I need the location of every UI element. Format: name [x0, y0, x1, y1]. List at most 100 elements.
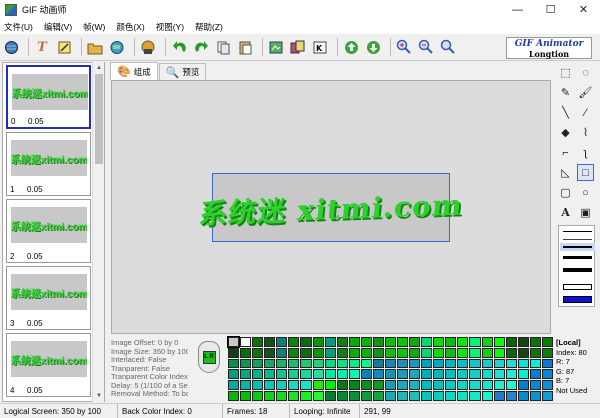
palette-swatch[interactable] — [300, 347, 312, 358]
ellipse-icon[interactable]: ○ — [577, 184, 594, 201]
palette-swatch[interactable] — [228, 347, 240, 358]
palette-swatch[interactable] — [276, 380, 288, 391]
maximize-button[interactable]: ☐ — [534, 0, 567, 19]
palette-swatch[interactable] — [288, 337, 300, 347]
palette-swatch[interactable] — [529, 337, 541, 347]
edit-canvas[interactable]: 系统迷 xitmi.com — [111, 80, 551, 334]
palette-swatch[interactable] — [264, 337, 276, 347]
palette-swatch[interactable] — [505, 347, 517, 358]
menu-edit[interactable]: 编辑(V) — [44, 21, 72, 33]
palette-swatch[interactable] — [348, 380, 360, 391]
palette-swatch[interactable] — [360, 369, 372, 380]
palette-swatch[interactable] — [384, 337, 397, 347]
palette-swatch[interactable] — [240, 337, 252, 347]
palette-swatch[interactable] — [324, 337, 336, 347]
palette-swatch[interactable] — [348, 358, 360, 369]
down-icon[interactable] — [364, 38, 382, 56]
palette-swatch[interactable] — [529, 347, 541, 358]
palette-swatch[interactable] — [348, 347, 360, 358]
palette-swatch[interactable] — [541, 369, 553, 380]
menu-view[interactable]: 视图(Y) — [156, 21, 184, 33]
palette-swatch[interactable] — [469, 380, 481, 391]
palette-swatch[interactable] — [312, 391, 324, 401]
line-width-1b[interactable] — [563, 239, 592, 240]
palette-swatch[interactable] — [541, 358, 553, 369]
frame-image[interactable]: 系统迷 xitmi.com — [197, 173, 464, 242]
scrollbar-thumb[interactable] — [95, 74, 103, 164]
frame-item[interactable]: 系统迷xitmi.com 4 0.05 — [6, 333, 91, 397]
palette-swatch[interactable] — [384, 347, 397, 358]
minimize-button[interactable]: — — [501, 0, 534, 19]
menu-file[interactable]: 文件(U) — [4, 21, 33, 33]
palette-swatch[interactable] — [481, 391, 493, 401]
palette-swatch[interactable] — [445, 391, 457, 401]
palette-swatch[interactable] — [276, 358, 288, 369]
palette-swatch[interactable] — [372, 369, 384, 380]
palette-swatch[interactable] — [517, 347, 529, 358]
palette-swatch[interactable] — [445, 358, 457, 369]
text-icon[interactable]: T — [33, 38, 51, 56]
palette-swatch[interactable] — [469, 369, 481, 380]
palette-swatch[interactable] — [336, 358, 348, 369]
palette-swatch[interactable] — [252, 391, 264, 401]
palette-swatch[interactable] — [226, 336, 241, 348]
lasso-icon[interactable]: ◌ — [577, 64, 594, 81]
palette-swatch[interactable] — [240, 358, 252, 369]
palette-swatch[interactable] — [240, 369, 252, 380]
palette-swatch[interactable] — [529, 380, 541, 391]
frame-item[interactable]: 系统迷xitmi.com 1 0.05 — [6, 132, 91, 196]
palette-swatch[interactable] — [372, 358, 384, 369]
palette-swatch[interactable] — [445, 380, 457, 391]
palette-swatch[interactable] — [228, 358, 240, 369]
palette-swatch[interactable] — [541, 347, 553, 358]
palette-swatch[interactable] — [457, 347, 469, 358]
mouse-color-selector[interactable]: L R — [198, 341, 220, 373]
palette-swatch[interactable] — [312, 380, 324, 391]
web-icon[interactable] — [108, 38, 126, 56]
frame-item[interactable]: 系统迷xitmi.com 0 0.05 — [6, 65, 91, 129]
palette-swatch[interactable] — [397, 391, 409, 401]
palette-swatch[interactable] — [252, 337, 264, 347]
palette-swatch[interactable] — [469, 347, 481, 358]
palette-swatch[interactable] — [445, 337, 457, 347]
palette-swatch[interactable] — [384, 380, 397, 391]
palette-swatch[interactable] — [409, 337, 421, 347]
palette-swatch[interactable] — [324, 358, 336, 369]
palette-swatch[interactable] — [457, 380, 469, 391]
palette-swatch[interactable] — [264, 369, 276, 380]
zoom-out-icon[interactable] — [417, 38, 435, 56]
palette-swatch[interactable] — [276, 369, 288, 380]
palette-swatch[interactable] — [252, 369, 264, 380]
palette-swatch[interactable] — [445, 347, 457, 358]
palette-swatch[interactable] — [276, 391, 288, 401]
zoom-fit-icon[interactable] — [439, 38, 457, 56]
scroll-down-icon[interactable]: ▼ — [93, 390, 105, 402]
palette-swatch[interactable] — [300, 380, 312, 391]
palette-swatch[interactable] — [348, 337, 360, 347]
palette-swatch[interactable] — [384, 369, 397, 380]
palette-swatch[interactable] — [288, 358, 300, 369]
palette-swatch[interactable] — [505, 391, 517, 401]
palette-swatch[interactable] — [409, 380, 421, 391]
palette-swatch[interactable] — [505, 337, 517, 347]
palette-swatch[interactable] — [360, 347, 372, 358]
palette-swatch[interactable] — [481, 369, 493, 380]
palette-swatch[interactable] — [336, 347, 348, 358]
scroll-up-icon[interactable]: ▲ — [93, 62, 105, 74]
palette-swatch[interactable] — [360, 358, 372, 369]
palette-swatch[interactable] — [240, 380, 252, 391]
palette-swatch[interactable] — [276, 347, 288, 358]
palette-swatch[interactable] — [336, 391, 348, 401]
palette-swatch[interactable] — [372, 380, 384, 391]
palette-swatch[interactable] — [288, 391, 300, 401]
palette-swatch[interactable] — [469, 391, 481, 401]
palette-swatch[interactable] — [529, 391, 541, 401]
palette-swatch[interactable] — [457, 369, 469, 380]
palette-swatch[interactable] — [529, 358, 541, 369]
palette-swatch[interactable] — [312, 358, 324, 369]
color-palette[interactable] — [226, 336, 553, 401]
palette-swatch[interactable] — [324, 347, 336, 358]
palette-swatch[interactable] — [336, 337, 348, 347]
palette-swatch[interactable] — [264, 358, 276, 369]
palette-swatch[interactable] — [457, 358, 469, 369]
